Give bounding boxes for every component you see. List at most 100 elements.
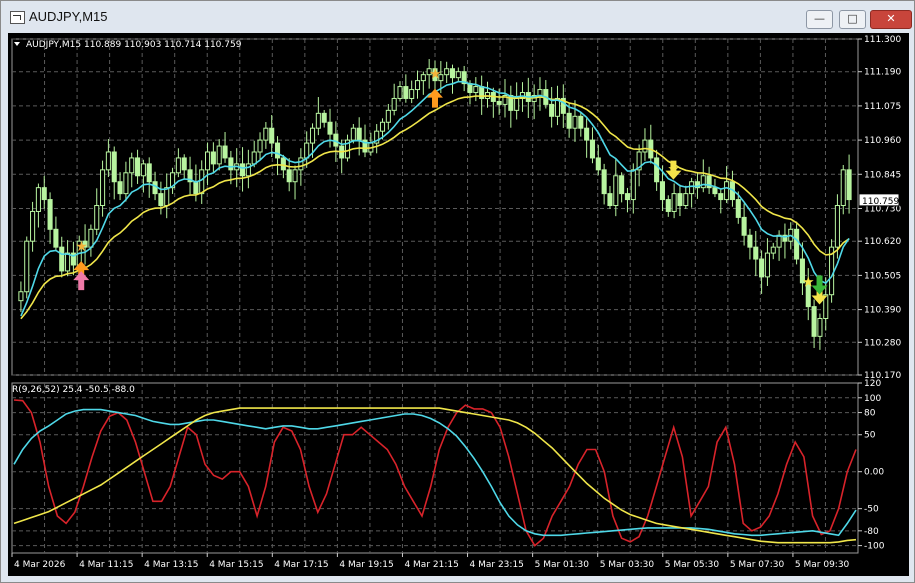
signal-star-icon: ★ (429, 67, 442, 83)
current-price-label: 110.759 (862, 197, 899, 207)
candle-body (24, 240, 30, 293)
title-bar[interactable]: AUDJPY,M15 — □ ✕ (1, 1, 914, 33)
y-tick-label: 100 (864, 394, 881, 404)
candle-body (111, 151, 117, 183)
x-tick-label: 4 Mar 13:15 (144, 560, 198, 570)
candle-body (65, 252, 71, 272)
header-dropdown-icon[interactable] (14, 42, 20, 46)
candle-body (140, 163, 146, 177)
candle-body (158, 193, 164, 207)
candle-body (409, 89, 415, 99)
candle-body (199, 169, 205, 195)
candle-body (88, 228, 94, 248)
candle-body (671, 193, 677, 212)
candle-body (105, 151, 111, 171)
candle-body (292, 169, 298, 183)
candle-body (811, 306, 817, 337)
candle-body (659, 181, 665, 201)
candle-body (257, 139, 263, 153)
y-tick-label: 111.075 (864, 102, 901, 112)
candle-body (584, 127, 590, 141)
x-tick-label: 5 Mar 05:30 (665, 560, 720, 570)
x-tick-label: 4 Mar 19:15 (339, 560, 393, 570)
candle-body (589, 139, 596, 159)
candle-body (391, 97, 397, 111)
y-tick-label: -50 (864, 505, 879, 515)
candle-body (304, 142, 310, 159)
y-tick-label: 111.190 (864, 68, 901, 78)
candle-body (123, 172, 129, 195)
candle-body (274, 142, 281, 159)
candle-body (496, 100, 502, 105)
chart-svg[interactable]: ★★★★ 4 Mar 20264 Mar 11:154 Mar 13:154 M… (8, 33, 909, 576)
candle-body (566, 112, 572, 129)
candle-body (613, 175, 619, 207)
candle-body (269, 127, 275, 144)
chart-area[interactable]: ★★★★ 4 Mar 20264 Mar 11:154 Mar 13:154 M… (8, 33, 909, 576)
candle-body (467, 83, 473, 94)
candle-body (665, 199, 671, 212)
candle-body (619, 175, 625, 195)
candle-body (473, 86, 479, 94)
oscillator-header: R(9,26,52) 25.4 -50.5 -88.0 (12, 385, 135, 395)
candle-body (595, 157, 601, 171)
grid (11, 38, 859, 554)
candle-body (94, 205, 100, 230)
candle-body (630, 169, 636, 201)
candle-body (379, 121, 386, 132)
axes: 4 Mar 2026 4 Mar 11:15 4 Mar 13:15 4 Mar 15… (11, 35, 901, 570)
buy-arrow-icon (73, 271, 90, 291)
candle-body (414, 80, 421, 91)
y-tick-label: -100 (864, 542, 885, 552)
maximize-button[interactable]: □ (839, 10, 866, 29)
candle-body (175, 157, 181, 174)
x-tick-label: 4 Mar 21:15 (404, 560, 458, 570)
candle-body (30, 210, 36, 242)
candle-body (840, 169, 846, 207)
candle-body (444, 68, 450, 76)
candle-body (263, 127, 269, 141)
candle-body (350, 127, 356, 141)
candle-body (753, 246, 759, 260)
candle-body (152, 181, 158, 195)
candle-body (216, 145, 222, 165)
candle-body (164, 187, 170, 207)
chart-window: AUDJPY,M15 — □ ✕ ★★★★ 4 Mar 20264 Mar 11… (0, 0, 915, 583)
candle-body (776, 234, 782, 248)
candle-body (794, 228, 800, 260)
candle-body (741, 216, 747, 236)
candle-body (41, 187, 47, 201)
candle-body (770, 246, 776, 254)
candle-body (129, 157, 135, 174)
candle-body (315, 112, 321, 129)
candle-body (181, 157, 187, 171)
x-tick-label: 4 Mar 17:15 (274, 560, 328, 570)
x-tick-label: 5 Mar 07:30 (730, 560, 785, 570)
candle-body (53, 228, 59, 248)
candle-body (286, 169, 292, 183)
candle-body (239, 163, 246, 177)
close-button[interactable]: ✕ (870, 10, 912, 29)
candle-body (117, 181, 123, 195)
price-header: AUDJPY,M15 110.889 110.903 110.714 110.7… (26, 40, 242, 50)
minimize-button[interactable]: — (806, 10, 833, 29)
y-tick-label: 50 (864, 431, 876, 441)
y-tick-label: 110.505 (864, 271, 901, 281)
y-tick-label: 111.300 (864, 35, 901, 45)
candle-body (712, 187, 718, 195)
candle-body (420, 74, 426, 82)
candle-body (146, 163, 152, 183)
candle-body (759, 258, 765, 278)
signal-star-icon: ★ (802, 275, 815, 291)
x-tick-label: 5 Mar 03:30 (600, 560, 655, 570)
candle-body (735, 199, 741, 218)
candle-body (193, 181, 199, 195)
chart-window-icon (10, 11, 25, 24)
candle-body (747, 234, 753, 248)
y-tick-label: 110.280 (864, 338, 901, 348)
candle-body (700, 175, 706, 189)
candle-body (683, 193, 689, 207)
candle-body (356, 127, 362, 141)
y-tick-label: 120 (864, 379, 881, 389)
candle-body (228, 157, 234, 171)
